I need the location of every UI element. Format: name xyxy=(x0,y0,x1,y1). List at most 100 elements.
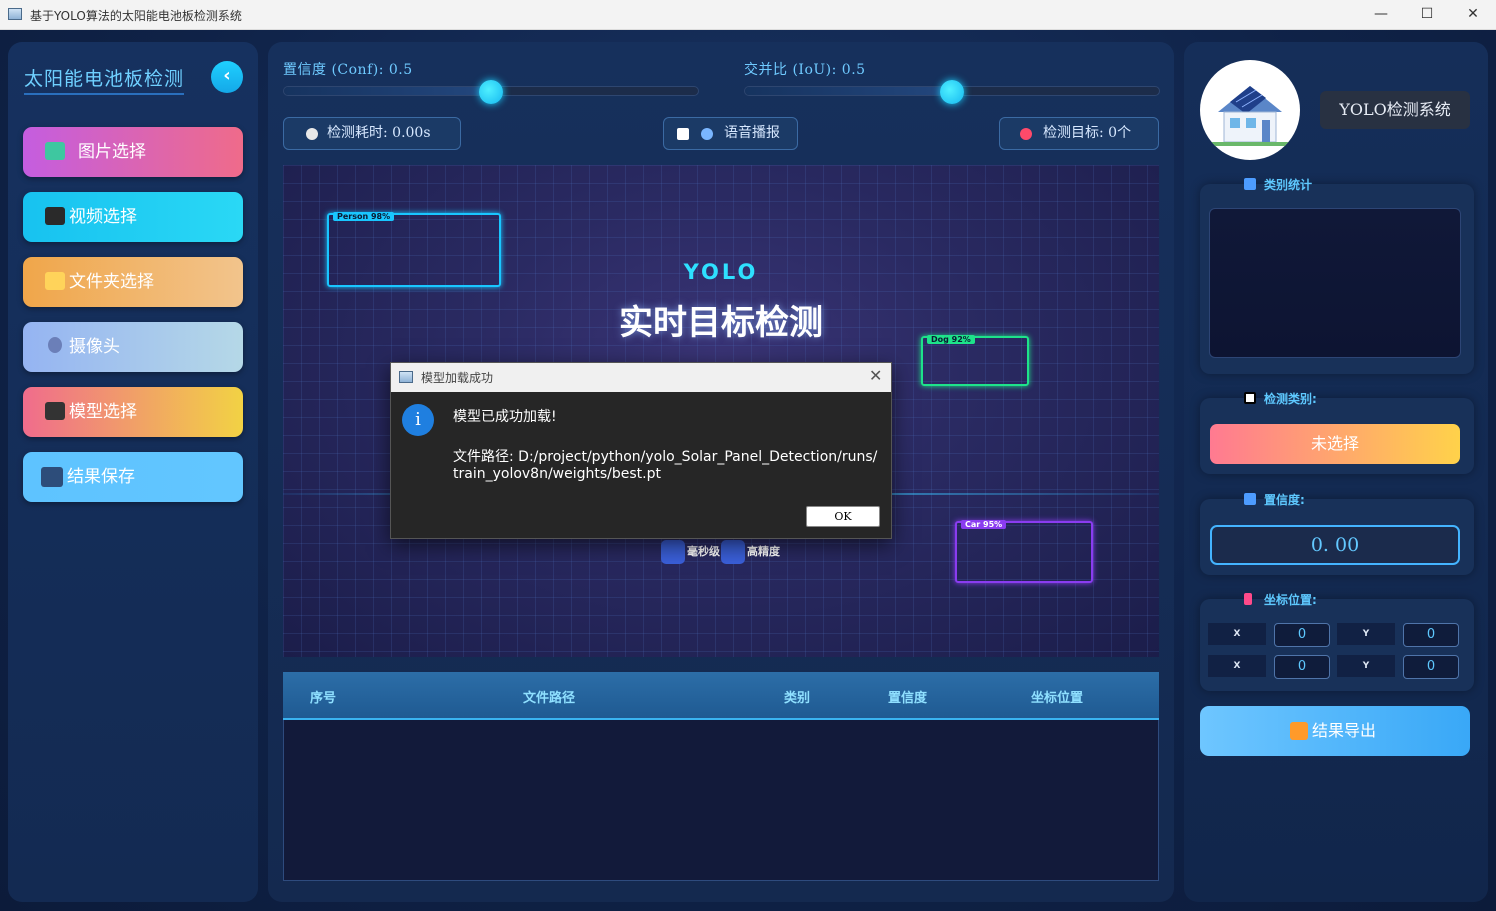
image-select-button[interactable]: 图片选择 xyxy=(23,127,243,177)
dialog-titlebar: 模型加载成功 ✕ xyxy=(391,363,891,392)
house-logo xyxy=(1200,60,1300,160)
y2-value: 0 xyxy=(1403,655,1459,679)
voice-checkbox[interactable] xyxy=(677,128,689,140)
dialog-app-icon xyxy=(399,371,413,383)
sidebar: 太阳能电池板检测 ‹ 图片选择 视频选择 文件夹选择 摄像头 模型选择 结果保存 xyxy=(8,42,258,902)
target-icon xyxy=(1020,128,1032,140)
iou-slider-fill xyxy=(745,87,952,95)
class-select-card: 检测类别: 未选择 xyxy=(1200,392,1474,474)
image-select-label: 图片选择 xyxy=(78,142,146,162)
stopwatch-icon xyxy=(306,128,318,140)
class-checkbox-icon xyxy=(1244,392,1256,404)
model-icon xyxy=(45,402,65,420)
x2-label: X xyxy=(1208,655,1266,677)
col-file-path: 文件路径 xyxy=(523,691,576,706)
window-titlebar: 基于YOLO算法的太阳能电池板检测系统 — ☐ ✕ xyxy=(0,0,1496,30)
class-stats-area xyxy=(1209,208,1461,358)
y1-value: 0 xyxy=(1403,623,1459,647)
save-results-label: 结果保存 xyxy=(67,467,135,487)
dialog-title: 模型加载成功 xyxy=(421,371,494,385)
x2-value: 0 xyxy=(1274,655,1330,679)
model-loaded-dialog: 模型加载成功 ✕ i 模型已成功加载! 文件路径: D:/project/pyt… xyxy=(390,362,892,539)
voice-toggle[interactable]: 语音播报 xyxy=(663,117,798,150)
x1-label: X xyxy=(1208,623,1266,645)
image-icon xyxy=(45,142,65,160)
col-coordinates: 坐标位置 xyxy=(1031,691,1084,706)
info-panel: YOLO检测系统 类别统计 检测类别: 未选择 置信度: 0. 00 坐标位置:… xyxy=(1184,42,1488,902)
class-stats-card: 类别统计 xyxy=(1200,178,1474,374)
col-index: 序号 xyxy=(310,691,337,706)
dialog-ok-button[interactable]: OK xyxy=(806,506,880,527)
person-tag: Person 98% xyxy=(333,212,395,221)
dialog-path-line2: train_yolov8n/weights/best.pt xyxy=(453,466,661,482)
x1-value: 0 xyxy=(1274,623,1330,647)
preview-yolo-text: YOLO xyxy=(683,260,759,284)
app-body: 太阳能电池板检测 ‹ 图片选择 视频选择 文件夹选择 摄像头 模型选择 结果保存… xyxy=(0,30,1496,911)
dialog-path-line1: 文件路径: D:/project/python/yolo_Solar_Panel… xyxy=(453,449,878,465)
car-tag: Car 95% xyxy=(961,520,1007,529)
folder-select-label: 文件夹选择 xyxy=(69,272,154,292)
confidence-card: 置信度: 0. 00 xyxy=(1200,493,1474,575)
col-class: 类别 xyxy=(784,691,811,706)
speed-chip-label: 毫秒级 xyxy=(687,545,720,558)
clapper-icon xyxy=(45,207,65,225)
video-select-label: 视频选择 xyxy=(69,207,137,227)
target-bullseye-icon xyxy=(721,540,745,564)
conf-slider-fill xyxy=(284,87,491,95)
export-results-button[interactable]: 结果导出 xyxy=(1200,706,1470,756)
class-select-dropdown[interactable]: 未选择 xyxy=(1210,424,1460,464)
iou-label: 交并比 (IoU): 0.5 xyxy=(744,62,866,78)
maximize-button[interactable]: ☐ xyxy=(1404,0,1450,30)
app-icon xyxy=(8,8,22,20)
sidebar-brand: 太阳能电池板检测 xyxy=(24,64,185,95)
webcam-icon xyxy=(48,337,62,353)
class-stats-label: 类别统计 xyxy=(1264,178,1313,192)
class-select-label: 检测类别: xyxy=(1264,392,1317,406)
pin-icon xyxy=(1244,593,1252,605)
minimize-button[interactable]: — xyxy=(1358,0,1404,30)
conf-label: 置信度 (Conf): 0.5 xyxy=(283,62,413,78)
confidence-value: 0. 00 xyxy=(1210,525,1460,565)
bar-chart-icon xyxy=(1244,493,1256,505)
save-results-button[interactable]: 结果保存 xyxy=(23,452,243,502)
collapse-sidebar-button[interactable]: ‹ xyxy=(211,61,243,93)
model-select-button[interactable]: 模型选择 xyxy=(23,387,243,437)
y2-label: Y xyxy=(1337,655,1395,677)
dialog-close-button[interactable]: ✕ xyxy=(869,366,882,385)
preview-title: 实时目标检测 xyxy=(619,303,823,343)
camera-label: 摄像头 xyxy=(69,337,120,357)
precision-chip: 高精度 xyxy=(721,540,780,564)
chart-icon xyxy=(1244,178,1256,190)
folder-icon xyxy=(45,272,65,290)
time-badge: 检测耗时: 0.00s xyxy=(283,117,461,150)
video-select-button[interactable]: 视频选择 xyxy=(23,192,243,242)
results-table-header: 序号 文件路径 类别 置信度 坐标位置 xyxy=(283,672,1159,720)
target-badge: 检测目标: 0个 xyxy=(999,117,1159,150)
confidence-label: 置信度: xyxy=(1264,493,1305,507)
precision-chip-label: 高精度 xyxy=(747,545,780,558)
info-icon: i xyxy=(402,404,434,436)
upload-arrow-icon xyxy=(1290,722,1308,740)
model-select-label: 模型选择 xyxy=(69,402,137,422)
lightning-icon xyxy=(661,540,685,564)
car-box: Car 95% xyxy=(955,520,1093,583)
voice-label: 语音播报 xyxy=(724,125,780,141)
coordinates-card: 坐标位置: X 0 Y 0 X 0 Y 0 xyxy=(1200,593,1474,691)
results-table-body[interactable] xyxy=(283,720,1159,881)
coordinates-label: 坐标位置: xyxy=(1264,593,1317,607)
speed-chip: 毫秒级 xyxy=(661,540,720,564)
target-text: 检测目标: 0个 xyxy=(1043,125,1132,141)
conf-slider-handle[interactable] xyxy=(479,80,503,104)
dialog-message: 模型已成功加载! xyxy=(453,409,557,425)
folder-select-button[interactable]: 文件夹选择 xyxy=(23,257,243,307)
export-results-label: 结果导出 xyxy=(1312,721,1377,740)
time-text: 检测耗时: 0.00s xyxy=(327,125,431,141)
close-button[interactable]: ✕ xyxy=(1450,0,1496,30)
y1-label: Y xyxy=(1337,623,1395,645)
iou-slider-handle[interactable] xyxy=(940,80,964,104)
window-title: 基于YOLO算法的太阳能电池板检测系统 xyxy=(30,9,242,23)
speaker-icon xyxy=(701,128,713,140)
system-name-badge: YOLO检测系统 xyxy=(1320,91,1470,129)
save-icon xyxy=(41,467,63,487)
camera-button[interactable]: 摄像头 xyxy=(23,322,243,372)
